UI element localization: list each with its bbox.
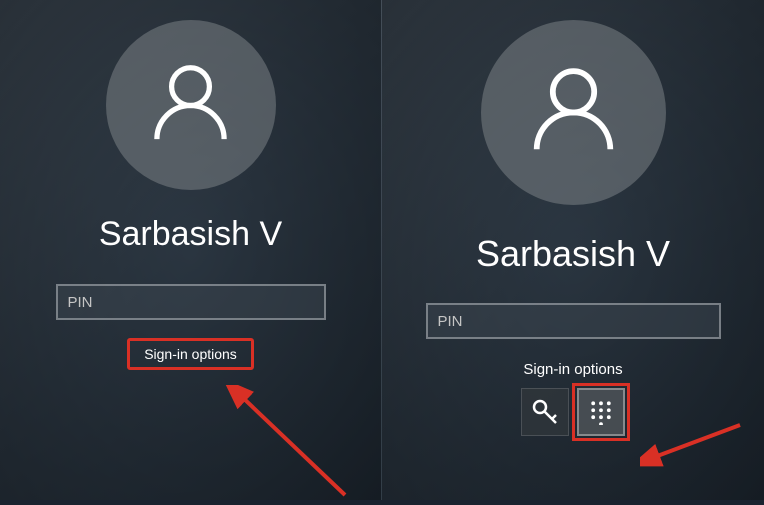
- pin-input[interactable]: [56, 284, 326, 320]
- key-icon: [530, 397, 560, 427]
- keypad-icon: [588, 399, 614, 425]
- login-screen-left: Sarbasish V Sign-in options: [0, 0, 382, 500]
- username-label: Sarbasish V: [99, 215, 282, 254]
- login-screen-right: Sarbasish V Sign-in options: [382, 0, 764, 500]
- pin-input[interactable]: [426, 303, 721, 339]
- password-option-button[interactable]: [521, 388, 569, 436]
- signin-options-link[interactable]: Sign-in options: [127, 338, 254, 370]
- signin-options-label: Sign-in options: [523, 361, 622, 378]
- pin-option-button[interactable]: [577, 388, 625, 436]
- signin-options-panel: [521, 388, 625, 436]
- avatar: [481, 20, 666, 205]
- user-icon: [516, 55, 631, 170]
- user-icon: [138, 53, 243, 158]
- avatar: [106, 20, 276, 190]
- username-label: Sarbasish V: [476, 233, 670, 275]
